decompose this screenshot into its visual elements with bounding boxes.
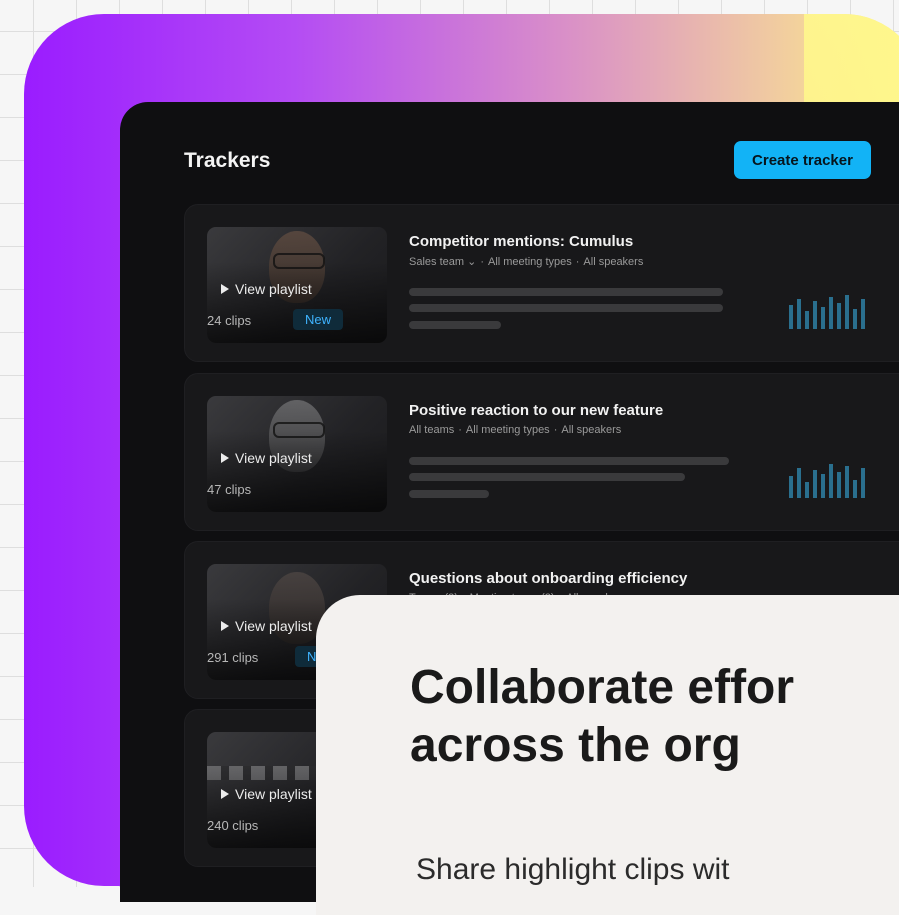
- view-playlist-button[interactable]: View playlist: [221, 618, 312, 634]
- headline-line-2: across the org: [410, 719, 741, 772]
- feature-headline: Collaborate effor across the org: [410, 659, 899, 775]
- view-playlist-button[interactable]: View playlist: [221, 281, 312, 297]
- feature-subtext: Share highlight clips wit: [416, 853, 730, 886]
- placeholder-line: [409, 304, 723, 312]
- play-icon: [221, 284, 229, 294]
- view-playlist-label: View playlist: [235, 281, 312, 297]
- activity-sparkline: [789, 295, 865, 329]
- tracker-title[interactable]: Questions about onboarding efficiency: [409, 570, 687, 587]
- tracker-filters: Sales team ⌄ · All meeting types · All s…: [409, 255, 644, 269]
- new-badge: New: [293, 309, 344, 330]
- meeting-type-filter: All meeting types: [487, 255, 572, 268]
- placeholder-line: [409, 473, 685, 481]
- page-title: Trackers: [184, 149, 271, 172]
- clip-count: 47 clips: [207, 482, 252, 497]
- placeholder-line: [409, 490, 489, 498]
- tracker-card[interactable]: View playlist 24 clips New Competitor me…: [184, 204, 899, 362]
- play-icon: [221, 789, 229, 799]
- tracker-title[interactable]: Competitor mentions: Cumulus: [409, 233, 633, 250]
- view-playlist-label: View playlist: [235, 786, 312, 802]
- tracker-filters: All teams · All meeting types · All spea…: [409, 424, 622, 436]
- view-playlist-button[interactable]: View playlist: [221, 450, 312, 466]
- view-playlist-label: View playlist: [235, 618, 312, 634]
- view-playlist-button[interactable]: View playlist: [221, 786, 312, 802]
- view-playlist-label: View playlist: [235, 450, 312, 466]
- meeting-type-filter: All meeting types: [465, 424, 550, 436]
- feature-callout: Collaborate effor across the org Share h…: [316, 595, 899, 915]
- placeholder-line: [409, 321, 501, 329]
- placeholder-line: [409, 288, 723, 296]
- play-icon: [221, 621, 229, 631]
- activity-sparkline: [789, 464, 865, 498]
- tracker-title[interactable]: Positive reaction to our new feature: [409, 402, 663, 419]
- speaker-filter: All speakers: [583, 255, 644, 268]
- create-tracker-button[interactable]: Create tracker: [734, 141, 871, 179]
- team-filter: All teams: [409, 424, 455, 436]
- headline-line-1: Collaborate effor: [410, 661, 795, 714]
- clip-count: 24 clips: [207, 313, 252, 328]
- play-icon: [221, 453, 229, 463]
- clip-count: 240 clips: [207, 818, 259, 833]
- tracker-card[interactable]: View playlist 47 clips Positive reaction…: [184, 373, 899, 531]
- clip-count: 291 clips: [207, 650, 259, 665]
- team-filter[interactable]: Sales team ⌄: [409, 255, 476, 268]
- speaker-filter: All speakers: [561, 424, 622, 436]
- placeholder-line: [409, 457, 729, 465]
